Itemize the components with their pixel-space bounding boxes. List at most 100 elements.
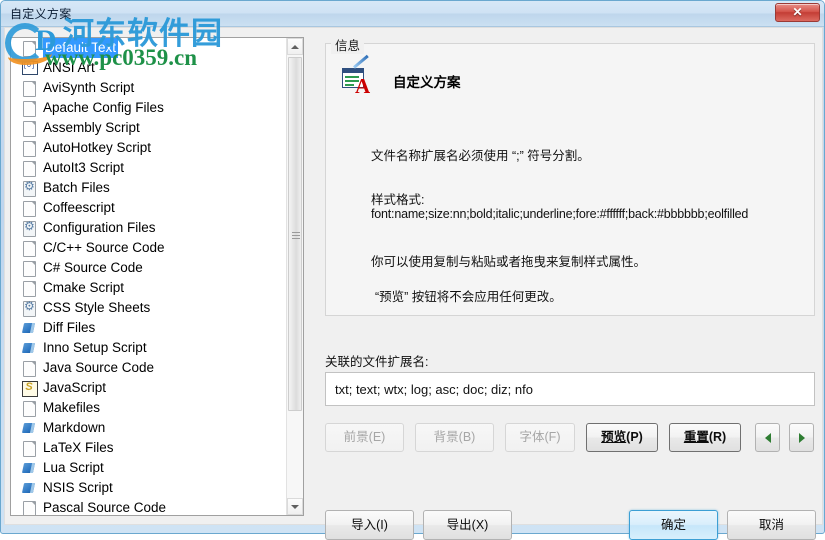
document-icon [21, 360, 37, 377]
list-item[interactable]: Diff Files [11, 318, 288, 338]
list-item-label: Lua Script [43, 460, 104, 475]
list-item[interactable]: AviSynth Script [11, 78, 288, 98]
list-item-label: AviSynth Script [43, 80, 135, 95]
list-item[interactable]: Cmake Script [11, 278, 288, 298]
triangle-down-icon [291, 504, 299, 509]
language-list-items: Default Text ANSI Art AviSynth Script Apach… [11, 38, 288, 515]
list-item-label: LaTeX Files [43, 440, 114, 455]
triangle-left-icon [764, 432, 771, 443]
info-group-content: A 自定义方案 文件名称扩展名必须使用 “;” 符号分割。 样式格式: font… [325, 43, 815, 316]
scroll-up-button[interactable] [287, 38, 303, 55]
document-icon [21, 140, 37, 157]
cancel-button[interactable]: 取消 [727, 510, 816, 540]
list-item[interactable]: Assembly Script [11, 118, 288, 138]
list-item[interactable]: Makefiles [11, 398, 288, 418]
export-button[interactable]: 导出(X) [423, 510, 512, 540]
list-item[interactable]: C/C++ Source Code [11, 238, 288, 258]
preview-button-mnemonic: (P) [626, 430, 643, 444]
ok-button[interactable]: 确定 [629, 510, 718, 540]
list-item[interactable]: NSIS Script [11, 478, 288, 498]
next-button[interactable] [789, 423, 814, 452]
document-icon [21, 80, 37, 97]
list-item[interactable]: CSS Style Sheets [11, 298, 288, 318]
list-item-label: Assembly Script [43, 120, 140, 135]
list-item-label: Java Source Code [43, 360, 155, 375]
extensions-label: 关联的文件扩展名: [325, 355, 429, 369]
list-item[interactable]: Inno Setup Script [11, 338, 288, 358]
list-item[interactable]: ANSI Art [11, 58, 288, 78]
list-item[interactable]: Markdown [11, 418, 288, 438]
list-item-label: Markdown [43, 420, 106, 435]
triangle-up-icon [291, 44, 299, 49]
document-icon [21, 240, 37, 257]
list-item[interactable]: Coffeescript [11, 198, 288, 218]
list-item-label: Batch Files [43, 180, 110, 195]
list-item[interactable]: Configuration Files [11, 218, 288, 238]
document-icon [21, 500, 37, 515]
list-item[interactable]: JavaScript [11, 378, 288, 398]
list-item[interactable]: Java Source Code [11, 358, 288, 378]
triangle-right-icon [798, 432, 805, 443]
info-text-preview-hint: “预览” 按钮将不会应用任何更改。 [375, 290, 562, 304]
background-button[interactable]: 背景(B) [415, 423, 494, 452]
import-button[interactable]: 导入(I) [325, 510, 414, 540]
foreground-button[interactable]: 前景(E) [325, 423, 404, 452]
scheme-title: 自定义方案 [393, 75, 461, 90]
list-item[interactable]: Apache Config Files [11, 98, 288, 118]
list-item[interactable]: Lua Script [11, 458, 288, 478]
list-item-label: AutoIt3 Script [43, 160, 125, 175]
reset-button-mnemonic: (R) [708, 430, 727, 444]
list-item-label: Configuration Files [43, 220, 156, 235]
javascript-icon [21, 380, 38, 397]
close-icon: ✕ [792, 5, 803, 19]
scrollbar-thumb[interactable] [288, 57, 302, 411]
blue-sheet-icon [21, 420, 37, 436]
gear-document-icon [21, 178, 37, 197]
list-item-label: AutoHotkey Script [43, 140, 152, 155]
info-text-style-format-label: 样式格式: [371, 193, 425, 207]
list-item-label: Apache Config Files [43, 100, 164, 115]
list-item-label: ANSI Art [43, 60, 95, 75]
gear-document-icon [21, 218, 37, 237]
dialog-client-area: Default Text ANSI Art AviSynth Script Apach… [4, 27, 823, 540]
list-item-label: Inno Setup Script [43, 340, 147, 355]
document-icon [21, 260, 37, 277]
scroll-down-button[interactable] [287, 498, 303, 515]
document-icon [21, 440, 37, 457]
blue-sheet-icon [21, 340, 37, 356]
list-item-label: C/C++ Source Code [43, 240, 165, 255]
info-text-copy-paste-hint: 你可以使用复制与粘贴或者拖曳来复制样式属性。 [371, 255, 647, 269]
list-item[interactable]: LaTeX Files [11, 438, 288, 458]
close-button[interactable]: ✕ [775, 3, 820, 22]
list-item-label: CSS Style Sheets [43, 300, 151, 315]
list-item-label: Makefiles [43, 400, 101, 415]
previous-button[interactable] [755, 423, 780, 452]
list-item[interactable]: Batch Files [11, 178, 288, 198]
window-title: 自定义方案 [10, 7, 72, 21]
document-icon [21, 400, 37, 417]
reset-button[interactable]: 重置(R) [669, 423, 741, 452]
document-icon [21, 160, 37, 177]
list-item[interactable]: AutoIt3 Script [11, 158, 288, 178]
list-item-label: Cmake Script [43, 280, 125, 295]
language-list-scrollbar[interactable] [286, 38, 303, 515]
extensions-input[interactable] [325, 372, 815, 406]
blue-sheet-icon [21, 480, 37, 496]
blue-sheet-icon [21, 320, 37, 336]
preview-button[interactable]: 预览(P) [586, 423, 658, 452]
language-list[interactable]: Default Text ANSI Art AviSynth Script Apach… [10, 37, 304, 516]
blue-sheet-icon [21, 460, 37, 476]
list-item[interactable]: AutoHotkey Script [11, 138, 288, 158]
font-button[interactable]: 字体(F) [505, 423, 575, 452]
list-item-label: Pascal Source Code [43, 500, 167, 515]
list-item-label: NSIS Script [43, 480, 113, 495]
grip-icon [292, 230, 300, 239]
scheme-icon: A [341, 54, 375, 97]
list-item[interactable]: Pascal Source Code [11, 498, 288, 515]
list-item[interactable]: Default Text [11, 38, 288, 58]
dialog-window: 自定义方案 ✕ Default Text ANSI Art AviSynth Scr… [0, 0, 825, 540]
preview-button-label: 预览 [601, 430, 627, 444]
list-item-label: JavaScript [43, 380, 107, 395]
document-icon [21, 100, 37, 117]
list-item[interactable]: C# Source Code [11, 258, 288, 278]
